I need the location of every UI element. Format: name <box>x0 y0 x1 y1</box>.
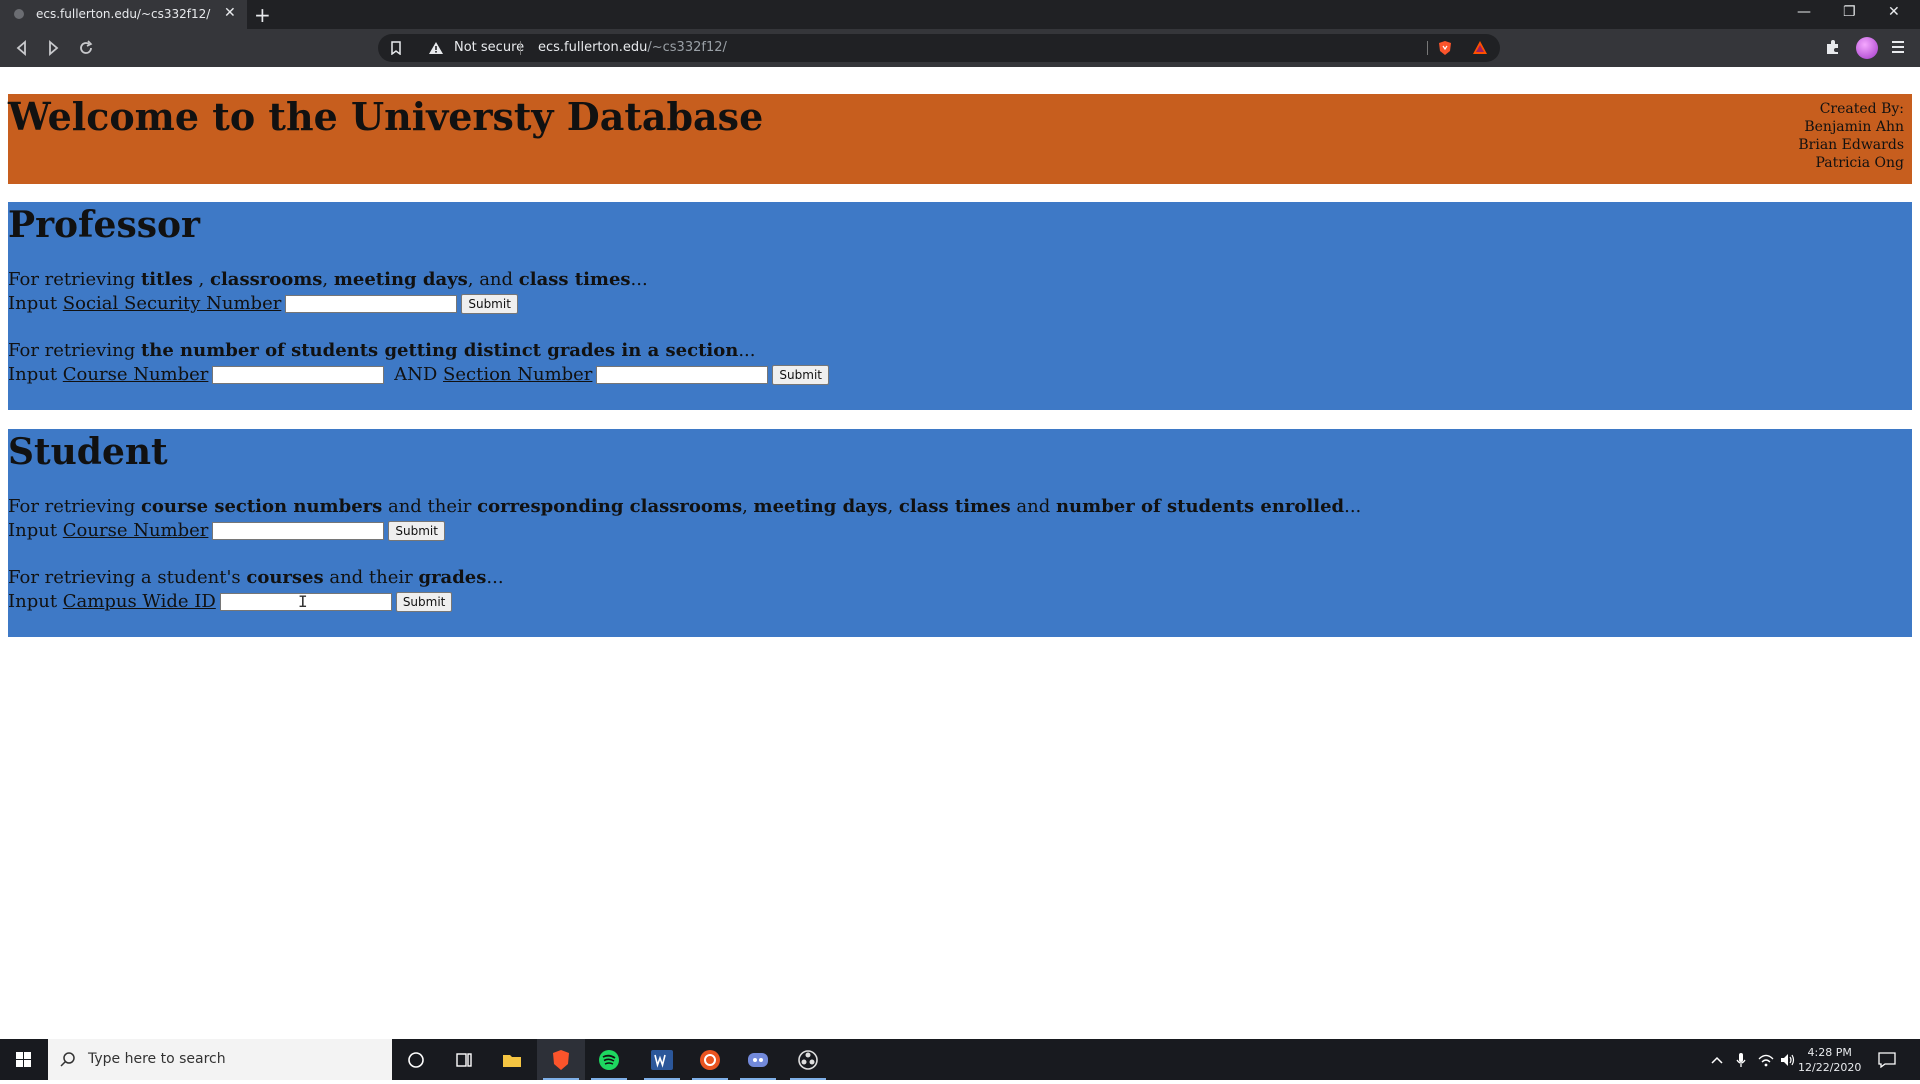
globe-icon <box>14 9 24 19</box>
new-tab-button[interactable]: + <box>254 3 271 27</box>
professor-q1-form: Input Social Security Number Submit <box>8 292 518 315</box>
warning-icon[interactable] <box>428 41 444 55</box>
spotify-icon[interactable] <box>585 1039 633 1080</box>
bookmark-icon[interactable] <box>390 41 402 55</box>
show-hidden-icons-icon[interactable] <box>1710 1039 1724 1080</box>
section-number-input[interactable] <box>596 366 769 384</box>
file-explorer-icon[interactable] <box>488 1039 536 1080</box>
brave-rewards-icon[interactable] <box>1472 40 1488 56</box>
student-course-number-input[interactable] <box>212 522 385 540</box>
course-number-input[interactable] <box>212 366 385 384</box>
clock-time: 4:28 PM <box>1807 1046 1852 1059</box>
start-button[interactable] <box>0 1039 48 1080</box>
system-clock[interactable]: 4:28 PM 12/22/2020 <box>1798 1045 1861 1075</box>
student-q2-form: Input Campus Wide ID Submit <box>8 590 453 613</box>
credit-name: Brian Edwards <box>1798 137 1904 153</box>
network-icon[interactable] <box>1758 1039 1774 1080</box>
credit-name: Benjamin Ahn <box>1804 119 1904 135</box>
header-banner: Welcome to the Universty Database Create… <box>8 94 1912 184</box>
url-text[interactable]: ecs.fullerton.edu/~cs332f12/ <box>538 40 727 55</box>
microphone-icon[interactable] <box>1736 1039 1746 1080</box>
notification-icon[interactable] <box>1878 1039 1896 1080</box>
browser-toolbar: Not secure ecs.fullerton.edu/~cs332f12/ <box>0 29 1920 67</box>
ssn-submit-button[interactable]: Submit <box>461 294 518 314</box>
grades-submit-button[interactable]: Submit <box>772 365 829 385</box>
clock-date: 12/22/2020 <box>1798 1061 1862 1074</box>
cortana-icon[interactable] <box>392 1039 440 1080</box>
professor-q2-description: For retrieving the number of students ge… <box>8 340 756 361</box>
obs-icon[interactable] <box>784 1039 832 1080</box>
campus-wide-id-label: Campus Wide ID <box>62 591 216 612</box>
profile-avatar[interactable] <box>1856 37 1878 59</box>
tab-strip: ecs.fullerton.edu/~cs332f12/ ✕ + — ❐ ✕ <box>0 0 1920 29</box>
credits: Created By: Benjamin Ahn Brian Edwards P… <box>1798 100 1904 172</box>
cwid-submit-button[interactable]: Submit <box>395 592 453 612</box>
reload-icon[interactable] <box>76 38 96 58</box>
text-cursor-icon: I <box>298 592 308 611</box>
back-icon[interactable] <box>12 38 32 58</box>
course-number-label: Course Number <box>62 364 209 385</box>
discord-icon[interactable] <box>734 1039 782 1080</box>
volume-icon[interactable] <box>1780 1039 1796 1080</box>
not-secure-label[interactable]: Not secure <box>454 40 524 55</box>
brave-shield-icon[interactable] <box>1438 40 1452 56</box>
page-title: Welcome to the Universty Database <box>8 94 764 139</box>
close-tab-icon[interactable]: ✕ <box>224 5 236 21</box>
student-heading: Student <box>8 431 168 473</box>
window-close-icon[interactable]: ✕ <box>1888 4 1900 20</box>
student-q1-description: For retrieving course section numbers an… <box>8 496 1362 517</box>
divider <box>1427 41 1428 55</box>
url-host: ecs.fullerton.edu <box>538 40 648 55</box>
credit-name: Patricia Ong <box>1815 155 1904 171</box>
divider <box>520 41 521 55</box>
student-section: Student For retrieving course section nu… <box>8 429 1912 637</box>
windows-icon <box>16 1052 31 1067</box>
professor-q1-description: For retrieving titles , classrooms, meet… <box>8 269 648 290</box>
taskbar: Type here to search 4:28 PM 12/22/2020 <box>0 1039 1920 1080</box>
professor-section: Professor For retrieving titles , classr… <box>8 202 1912 410</box>
credits-heading: Created By: <box>1819 101 1904 117</box>
ssn-label: Social Security Number <box>62 293 282 314</box>
forward-icon[interactable] <box>43 38 63 58</box>
search-icon <box>60 1052 75 1067</box>
search-placeholder: Type here to search <box>88 1051 226 1067</box>
student-q1-form: Input Course Number Submit <box>8 519 445 542</box>
url-path: /~cs332f12/ <box>647 40 727 55</box>
restore-icon[interactable]: ❐ <box>1843 4 1856 20</box>
tab-title: ecs.fullerton.edu/~cs332f12/ <box>36 7 211 21</box>
taskbar-search[interactable]: Type here to search <box>48 1039 392 1080</box>
professor-heading: Professor <box>8 204 200 246</box>
course-submit-button[interactable]: Submit <box>388 521 445 541</box>
browser-tab[interactable]: ecs.fullerton.edu/~cs332f12/ ✕ <box>0 0 247 29</box>
task-view-icon[interactable] <box>440 1039 488 1080</box>
ssn-input[interactable] <box>285 295 458 313</box>
word-icon[interactable] <box>638 1039 686 1080</box>
menu-icon[interactable] <box>1890 38 1906 56</box>
student-q2-description: For retrieving a student's courses and t… <box>8 567 504 588</box>
minimize-icon[interactable]: — <box>1797 4 1811 20</box>
web-page: Welcome to the Universty Database Create… <box>0 67 1920 1039</box>
address-bar[interactable]: Not secure ecs.fullerton.edu/~cs332f12/ <box>378 34 1500 62</box>
course-number-label: Course Number <box>62 520 209 541</box>
section-number-label: Section Number <box>443 364 593 385</box>
professor-q2-form: Input Course Number AND Section Number Su… <box>8 363 829 386</box>
ubuntu-icon[interactable] <box>686 1039 734 1080</box>
brave-browser-icon[interactable] <box>537 1039 585 1080</box>
extensions-icon[interactable] <box>1824 38 1842 56</box>
